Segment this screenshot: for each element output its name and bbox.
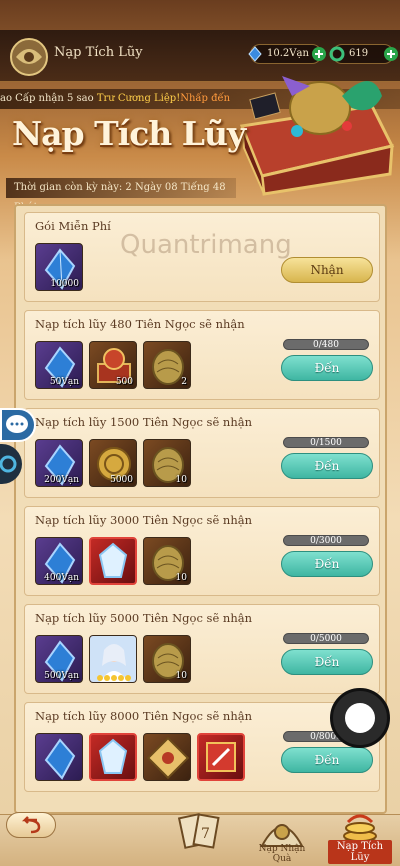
assistive-touch-button[interactable]	[330, 688, 390, 748]
assistive-touch-dot	[345, 703, 375, 733]
reward-item[interactable]: 5000	[89, 439, 137, 487]
reward-item[interactable]: 10	[143, 537, 191, 585]
go-button[interactable]: Đến	[281, 355, 373, 381]
go-button[interactable]: Đến	[281, 649, 373, 675]
item-quantity: 5000	[110, 475, 133, 485]
reward-item[interactable]	[89, 733, 137, 781]
blue-crystal-icon	[44, 738, 76, 780]
white-gem-icon	[98, 542, 128, 578]
item-quantity: 10000	[50, 279, 79, 289]
item-quantity: 10	[175, 475, 187, 485]
cards-icon: 7	[177, 813, 220, 849]
chat-icon	[6, 415, 28, 433]
reward-item[interactable]	[143, 733, 191, 781]
progress-bar: 0/480	[283, 339, 369, 350]
nav-label: Nạp Tích Lũy	[328, 840, 392, 864]
item-quantity: 400Vạn	[44, 573, 79, 583]
svg-text:7: 7	[201, 826, 210, 842]
reward-item[interactable]	[35, 733, 83, 781]
treasure-chest-illustration	[222, 56, 400, 196]
reward-item[interactable]	[197, 733, 245, 781]
card-title: Nạp tích lũy 1500 Tiên Ngọc sẽ nhận	[35, 415, 252, 429]
card-title: Gói Miễn Phí	[35, 219, 111, 233]
progress-bar: 0/1500	[283, 437, 369, 448]
swirl-icon	[0, 455, 17, 473]
reward-item[interactable]	[89, 635, 137, 683]
reward-item[interactable]: 10	[143, 635, 191, 683]
progress-bar: 0/3000	[283, 535, 369, 546]
card-title: Nạp tích lũy 480 Tiên Ngọc sẽ nhận	[35, 317, 245, 331]
event-title: Nạp Tích Lũy	[12, 114, 246, 153]
emblem-badge-icon	[146, 736, 190, 780]
header-title: Nạp Tích Lũy	[54, 45, 143, 60]
reward-card-5000: Nạp tích lũy 5000 Tiên Ngọc sẽ nhận 500V…	[24, 604, 380, 694]
marquee-text: ao Cấp nhận 5 sao	[0, 93, 97, 104]
nav-label: Nạp Nhận Quà	[258, 844, 306, 864]
reward-item[interactable]: 2	[143, 341, 191, 389]
reward-item[interactable]: 400Vạn	[35, 537, 83, 585]
progress-bar: 0/5000	[283, 633, 369, 644]
side-menu-tab[interactable]	[0, 444, 22, 484]
red-card-icon	[206, 742, 236, 772]
reward-item[interactable]: 500Vạn	[35, 635, 83, 683]
claim-button[interactable]: Nhận	[281, 257, 373, 283]
card-title: Nạp tích lũy 3000 Tiên Ngọc sẽ nhận	[35, 513, 252, 527]
reward-card-8000: Nạp tích lũy 8000 Tiên Ngọc sẽ nhận 0/80…	[24, 702, 380, 792]
nav-tab-cumulative-recharge[interactable]: Nạp Tích Lũy	[328, 808, 392, 866]
marquee-highlight: Trư Cương Liệp!	[96, 93, 181, 104]
go-button[interactable]: Đến	[281, 453, 373, 479]
dragon-emblem-icon	[4, 30, 54, 86]
countdown-timer: Thời gian còn kỳ này: 2 Ngày 08 Tiếng 48…	[6, 178, 236, 213]
watermark: Quantrimang	[120, 230, 292, 260]
item-quantity: 500	[115, 377, 133, 387]
character-portrait-icon	[90, 636, 136, 682]
back-arrow-icon	[21, 816, 41, 834]
go-button[interactable]: Đến	[281, 551, 373, 577]
reward-item[interactable]	[89, 537, 137, 585]
card-title: Nạp tích lũy 5000 Tiên Ngọc sẽ nhận	[35, 611, 252, 625]
reward-item[interactable]: 10000	[35, 243, 83, 291]
nav-tab-recharge-gift[interactable]: Nạp Nhận Quà	[250, 808, 314, 866]
item-quantity: 500Vạn	[44, 671, 79, 681]
item-quantity: 10	[175, 573, 187, 583]
reward-card-1500: Nạp tích lũy 1500 Tiên Ngọc sẽ nhận 200V…	[24, 408, 380, 498]
go-button[interactable]: Đến	[281, 747, 373, 773]
screen: Nạp Tích Lũy 10.2Vạn 619 ao Cấp nhận 5 s…	[0, 0, 400, 866]
white-gem-icon	[98, 738, 128, 774]
reward-card-480: Nạp tích lũy 480 Tiên Ngọc sẽ nhận 50Vạn…	[24, 310, 380, 400]
reward-item[interactable]: 50Vạn	[35, 341, 83, 389]
reward-item[interactable]: 500	[89, 341, 137, 389]
item-quantity: 200Vạn	[44, 475, 79, 485]
item-quantity: 2	[181, 377, 187, 387]
item-quantity: 10	[175, 671, 187, 681]
reward-item[interactable]: 200Vạn	[35, 439, 83, 487]
item-quantity: 50Vạn	[49, 377, 79, 387]
chat-button[interactable]	[0, 408, 36, 442]
reward-card-3000: Nạp tích lũy 3000 Tiên Ngọc sẽ nhận 400V…	[24, 506, 380, 596]
reward-item[interactable]: 10	[143, 439, 191, 487]
card-title: Nạp tích lũy 8000 Tiên Ngọc sẽ nhận	[35, 709, 252, 723]
back-button[interactable]	[6, 812, 56, 838]
nav-tab-cards[interactable]: 7	[168, 808, 232, 866]
